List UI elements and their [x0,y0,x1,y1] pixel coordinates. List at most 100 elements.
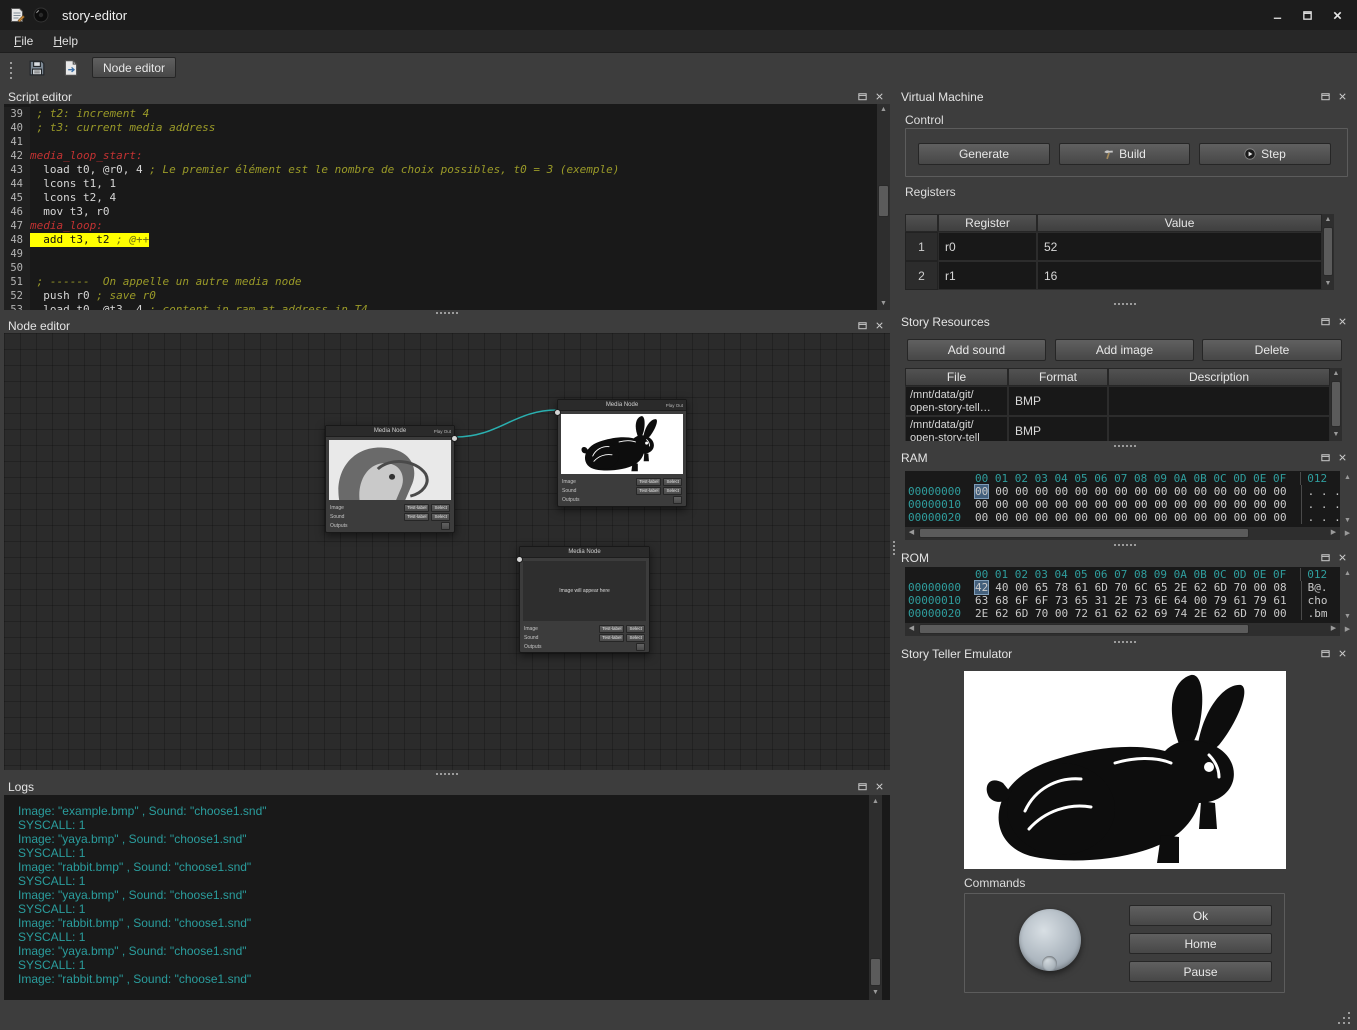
hex-ascii[interactable]: . . . [1301,498,1340,511]
build-button[interactable]: Build [1059,143,1190,165]
code-line[interactable]: 47 media_loop: [4,219,890,233]
hex-bytes[interactable]: 00 00 00 00 00 00 00 00 00 00 00 00 00 0… [995,498,1286,511]
scrollbar-thumb[interactable] [1323,227,1333,276]
select-sound-button[interactable]: Select [663,487,682,495]
home-button[interactable]: Home [1129,933,1272,954]
code-editor[interactable]: 39 ; t2: increment 4 40 ; t3: current me… [4,104,890,310]
rabbit-node[interactable]: Media Node Play Out ImageTest-labelSelec… [557,399,687,507]
outputs-stepper[interactable] [441,522,450,530]
test-label-button[interactable]: Test-label [636,478,661,486]
knob-indicator-dot[interactable] [1042,956,1057,971]
input-port[interactable] [516,556,523,563]
file-cell[interactable]: /mnt/data/git/ open-story-tell… [905,386,1008,416]
format-cell[interactable]: BMP [1008,386,1108,416]
splitter-handle[interactable] [1114,544,1116,546]
float-panel-icon[interactable] [1318,551,1332,564]
float-panel-icon[interactable] [1318,315,1332,328]
hex-bytes[interactable]: 68 6F 6F 73 65 31 2E 73 6E 64 00 79 61 7… [995,594,1286,607]
ram-hex-view[interactable]: 00 01 02 03 04 05 06 07 08 09 0A 0B 0C 0… [905,471,1340,527]
scroll-left-icon[interactable]: ◀ [905,623,918,635]
media-node[interactable]: Media Node Play Out ImageTest-labelSelec… [325,425,455,533]
logs-vscrollbar[interactable]: ▲ ▼ [869,795,882,1000]
value-cell[interactable]: 52 [1037,232,1322,261]
format-column-header[interactable]: Format [1008,368,1108,386]
float-panel-icon[interactable] [855,90,869,103]
menu-help[interactable]: Help [45,32,86,50]
register-row[interactable]: 2 r1 16 [905,261,1322,290]
scroll-down-icon[interactable]: ▼ [1341,515,1354,527]
test-label-button[interactable]: Test-label [599,625,624,633]
hex-row[interactable]: 00000020 2E 62 6D 70 00 72 61 62 62 69 7… [905,607,1340,620]
test-label-button[interactable]: Test-label [404,513,429,521]
splitter-handle[interactable] [1114,641,1116,643]
log-output[interactable]: Image: "example.bmp" , Sound: "choose1.s… [4,795,890,1000]
generate-button[interactable]: Generate [918,143,1050,165]
scroll-up-icon[interactable]: ▲ [869,796,882,808]
node-header[interactable]: Media Node [520,547,649,558]
hex-byte[interactable]: 00 [975,498,988,511]
scrollbar-thumb[interactable] [919,624,1249,634]
hex-row[interactable]: 00000020 00 00 00 00 00 00 00 00 00 00 0… [905,511,1340,524]
menu-file[interactable]: File [6,32,41,50]
float-panel-icon[interactable] [1318,90,1332,103]
input-port[interactable] [554,409,561,416]
empty-media-node[interactable]: Media Node Image will appear here ImageT… [519,546,650,653]
hex-ascii[interactable]: . . . [1301,485,1340,498]
test-label-button[interactable]: Test-label [404,504,429,512]
outputs-stepper[interactable] [636,643,645,651]
scroll-right-icon[interactable]: ▶ [1327,527,1340,539]
register-column-header[interactable]: Register [938,214,1037,232]
resource-row[interactable]: /mnt/data/git/ open-story-tell… BMP [905,386,1330,416]
select-image-button[interactable]: Select [431,504,450,512]
scroll-down-icon[interactable]: ▼ [869,987,882,999]
float-panel-icon[interactable] [855,319,869,332]
code-line[interactable]: 40 ; t3: current media address [4,121,890,135]
hex-byte[interactable]: 63 [975,594,988,607]
code-line[interactable]: 49 [4,247,890,261]
float-panel-icon[interactable] [1318,647,1332,660]
float-panel-icon[interactable] [1318,451,1332,464]
column-splitter-handle[interactable] [893,541,895,543]
select-sound-button[interactable]: Select [626,634,645,642]
scrollbar-thumb[interactable] [870,958,881,986]
hex-ascii[interactable]: B@. [1301,581,1340,594]
hex-ascii[interactable]: cho [1301,594,1340,607]
hex-byte[interactable]: 42 [975,581,988,594]
hex-bytes[interactable]: 40 00 65 78 61 6D 70 6C 65 2E 62 6D 70 0… [995,581,1286,594]
node-editor-toggle-button[interactable]: Node editor [92,57,176,78]
hex-byte[interactable]: 00 [975,485,988,498]
resources-vscrollbar[interactable]: ▲ ▼ [1330,368,1342,441]
register-cell[interactable]: r0 [938,232,1037,261]
rom-hscrollbar[interactable]: ◀ ▶ [905,623,1340,636]
hex-row[interactable]: 00000000 00 00 00 00 00 00 00 00 00 00 0… [905,485,1340,498]
value-column-header[interactable]: Value [1037,214,1322,232]
float-panel-icon[interactable] [855,780,869,793]
window-resize-grip[interactable] [1348,1022,1350,1024]
scroll-left-icon[interactable]: ◀ [905,527,918,539]
splitter-handle[interactable] [1114,445,1116,447]
hex-row[interactable]: 00000010 63 68 6F 6F 73 65 31 2E 73 6E 6… [905,594,1340,607]
splitter-handle[interactable] [1114,303,1116,305]
registers-vscrollbar[interactable]: ▲ ▼ [1322,214,1334,290]
ram-hscrollbar[interactable]: ◀ ▶ [905,527,1340,540]
code-line[interactable]: 45 lcons t2, 4 [4,191,890,205]
hex-byte[interactable]: 2E [975,607,988,620]
hex-ascii[interactable]: .bm [1301,607,1340,620]
hex-byte[interactable]: 00 [975,511,988,524]
scroll-up-icon[interactable]: ▲ [1322,214,1334,226]
code-line[interactable]: 53 load t0, @t3, 4 ; content in ram at a… [4,303,890,310]
ok-button[interactable]: Ok [1129,905,1272,926]
select-sound-button[interactable]: Select [431,513,450,521]
register-row[interactable]: 1 r0 52 [905,232,1322,261]
close-panel-icon[interactable] [1335,90,1349,103]
hex-row[interactable]: 00000010 00 00 00 00 00 00 00 00 00 00 0… [905,498,1340,511]
script-editor-vscrollbar[interactable]: ▲ ▼ [877,104,890,310]
delete-button[interactable]: Delete [1202,339,1342,361]
close-panel-icon[interactable] [872,90,886,103]
scrollbar-thumb[interactable] [1331,381,1341,427]
format-cell[interactable]: BMP [1008,416,1108,441]
scroll-up-icon[interactable]: ▲ [1341,568,1354,580]
export-script-button[interactable] [58,56,84,80]
resource-row[interactable]: /mnt/data/git/ open-story-tell BMP [905,416,1330,441]
scroll-down-icon[interactable]: ▼ [1330,429,1342,441]
